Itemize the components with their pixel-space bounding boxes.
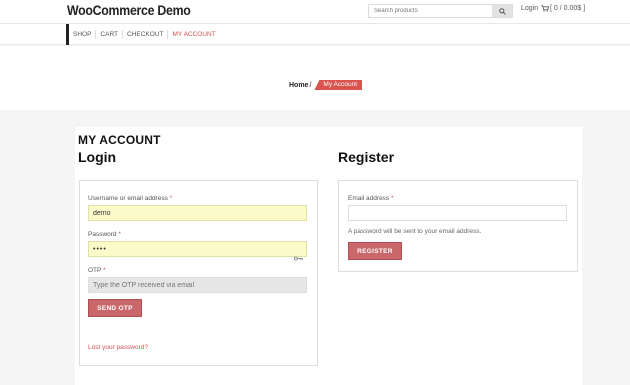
key-icon-glyph [294, 256, 303, 261]
username-label-text: Username or email address [88, 195, 168, 202]
required-marker: * [169, 195, 173, 202]
breadcrumb-separator: / [309, 81, 312, 89]
username-input[interactable] [88, 205, 307, 221]
password-input[interactable] [88, 241, 307, 257]
search-icon [498, 7, 506, 15]
cart-link[interactable]: [ 0 / 0.00$ ] [541, 5, 585, 12]
required-marker: * [118, 231, 121, 238]
register-help-text: A password will be sent to your email ad… [348, 228, 482, 235]
nav-item-shop[interactable]: SHOP [70, 30, 95, 39]
email-label: Email address * [348, 195, 394, 202]
password-label: Password * [88, 231, 121, 238]
search-input[interactable] [369, 5, 493, 17]
breadcrumb: Home / My Account [289, 80, 363, 90]
register-email-input[interactable] [348, 205, 567, 221]
nav-item-cart[interactable]: CART [95, 30, 122, 39]
breadcrumb-home[interactable]: Home [289, 82, 308, 89]
key-icon[interactable] [294, 248, 303, 261]
required-marker: * [103, 267, 106, 274]
page-title: MY ACCOUNT [78, 133, 161, 147]
username-label: Username or email address * [88, 195, 172, 202]
otp-input[interactable] [88, 277, 307, 293]
search-box [368, 4, 513, 18]
nav-accent-bar [66, 24, 69, 45]
otp-label-text: OTP [88, 267, 102, 274]
nav-item-my-account[interactable]: MY ACCOUNT [167, 30, 219, 39]
send-otp-button[interactable]: SEND OTP [88, 299, 142, 317]
breadcrumb-current: My Account [314, 80, 363, 90]
email-label-text: Email address [348, 195, 390, 202]
register-button[interactable]: REGISTER [348, 242, 402, 260]
login-link[interactable]: Login [521, 5, 538, 12]
register-heading: Register [338, 149, 395, 165]
lost-password-link[interactable]: Lost your password? [88, 344, 148, 351]
otp-label: OTP * [88, 267, 106, 274]
page-header-band [0, 46, 630, 110]
cart-icon [541, 5, 549, 12]
required-marker: * [391, 195, 394, 202]
nav-menu: SHOP CART CHECKOUT MY ACCOUNT [70, 24, 220, 45]
site-title[interactable]: WooCommerce Demo [67, 2, 191, 18]
password-label-text: Password [88, 231, 117, 238]
search-button[interactable] [492, 5, 512, 17]
login-heading: Login [78, 149, 117, 165]
cart-total: [ 0 / 0.00$ ] [550, 5, 586, 12]
nav-item-checkout[interactable]: CHECKOUT [122, 30, 167, 39]
